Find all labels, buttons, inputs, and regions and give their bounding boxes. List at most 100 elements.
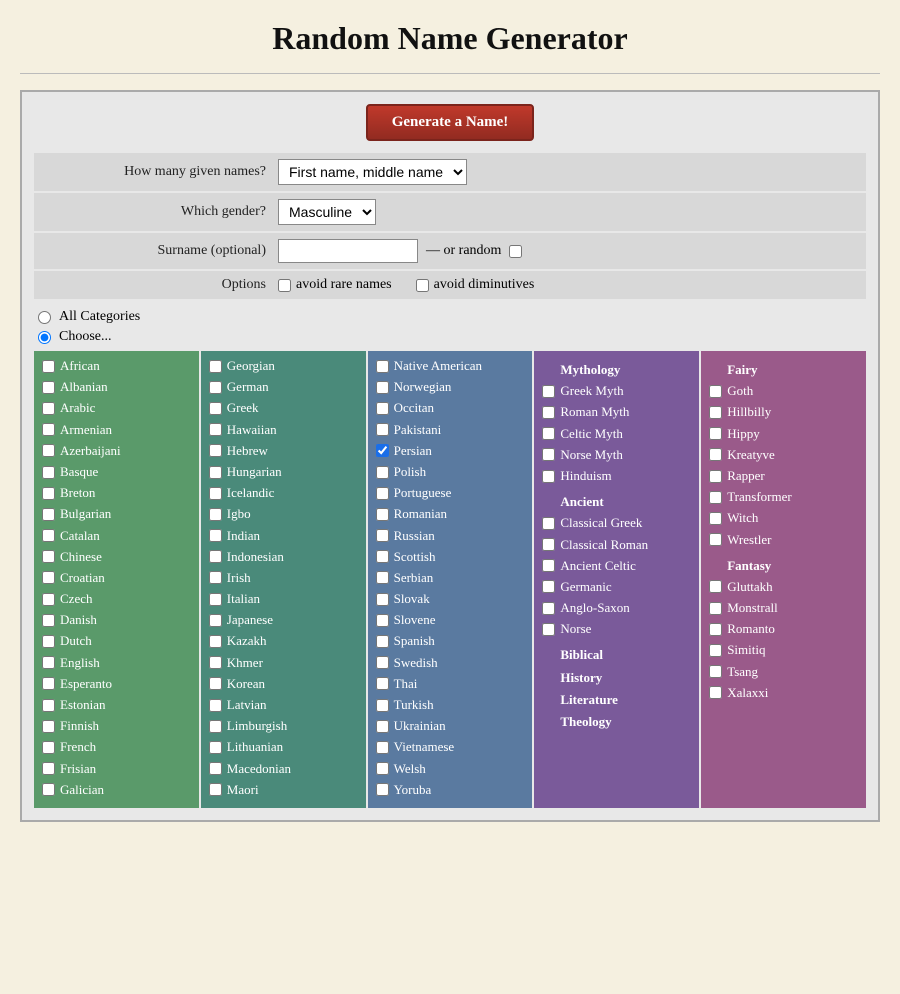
cb-macedonian[interactable] [209, 762, 222, 775]
cb-latvian[interactable] [209, 699, 222, 712]
cb-norwegian[interactable] [376, 381, 389, 394]
cb-english[interactable] [42, 656, 55, 669]
cb-spanish[interactable] [376, 635, 389, 648]
cb-transformer[interactable] [709, 491, 722, 504]
cb-scottish[interactable] [376, 550, 389, 563]
cb-serbian[interactable] [376, 571, 389, 584]
cb-czech[interactable] [42, 593, 55, 606]
cb-armenian[interactable] [42, 423, 55, 436]
cb-hebrew[interactable] [209, 444, 222, 457]
cb-witch[interactable] [709, 512, 722, 525]
cb-polish[interactable] [376, 466, 389, 479]
cb-maori[interactable] [209, 783, 222, 796]
cb-frisian[interactable] [42, 762, 55, 775]
cb-japanese[interactable] [209, 614, 222, 627]
cb-galician[interactable] [42, 783, 55, 796]
cb-finnish[interactable] [42, 720, 55, 733]
cb-igbo[interactable] [209, 508, 222, 521]
cb-croatian[interactable] [42, 571, 55, 584]
cb-korean[interactable] [209, 677, 222, 690]
cb-russian[interactable] [376, 529, 389, 542]
cb-ukrainian[interactable] [376, 720, 389, 733]
cb-occitan[interactable] [376, 402, 389, 415]
cb-african[interactable] [42, 360, 55, 373]
surname-input[interactable] [278, 239, 418, 263]
cb-dutch[interactable] [42, 635, 55, 648]
cb-indian[interactable] [209, 529, 222, 542]
cb-azerbaijani[interactable] [42, 444, 55, 457]
cb-slovak[interactable] [376, 593, 389, 606]
cb-italian[interactable] [209, 593, 222, 606]
cb-kreatyve[interactable] [709, 448, 722, 461]
cb-norse[interactable] [542, 623, 555, 636]
cb-lithuanian[interactable] [209, 741, 222, 754]
cb-indonesian[interactable] [209, 550, 222, 563]
avoid-diminutives-checkbox[interactable] [416, 279, 429, 292]
cb-georgian[interactable] [209, 360, 222, 373]
cb-albanian[interactable] [42, 381, 55, 394]
cb-breton[interactable] [42, 487, 55, 500]
cb-hungarian[interactable] [209, 466, 222, 479]
all-categories-radio[interactable] [38, 311, 51, 324]
choose-radio[interactable] [38, 331, 51, 344]
cb-german[interactable] [209, 381, 222, 394]
generate-button[interactable]: Generate a Name! [366, 104, 535, 141]
cb-kazakh[interactable] [209, 635, 222, 648]
given-names-select[interactable]: First name only First name, middle name … [278, 159, 467, 185]
cb-estonian[interactable] [42, 699, 55, 712]
cb-bulgarian[interactable] [42, 508, 55, 521]
cb-vietnamese[interactable] [376, 741, 389, 754]
cb-turkish[interactable] [376, 699, 389, 712]
cb-classical-greek[interactable] [542, 517, 555, 530]
cb-khmer[interactable] [209, 656, 222, 669]
cb-greek[interactable] [209, 402, 222, 415]
cb-ancient-celtic[interactable] [542, 559, 555, 572]
cb-simitiq[interactable] [709, 644, 722, 657]
cb-danish[interactable] [42, 614, 55, 627]
cb-chinese[interactable] [42, 550, 55, 563]
cb-greek-myth[interactable] [542, 385, 555, 398]
cb-tsang[interactable] [709, 665, 722, 678]
cb-anglo-saxon[interactable] [542, 602, 555, 615]
cb-swedish[interactable] [376, 656, 389, 669]
cb-pakistani[interactable] [376, 423, 389, 436]
cb-roman-myth[interactable] [542, 406, 555, 419]
cb-hillbilly[interactable] [709, 406, 722, 419]
cb-persian[interactable] [376, 444, 389, 457]
cb-welsh[interactable] [376, 762, 389, 775]
avoid-rare-label[interactable]: avoid rare names [278, 277, 392, 293]
cb-esperanto[interactable] [42, 677, 55, 690]
cb-xalaxxi[interactable] [709, 686, 722, 699]
random-surname-checkbox[interactable] [509, 245, 522, 258]
cb-germanic[interactable] [542, 580, 555, 593]
cb-gluttakh[interactable] [709, 580, 722, 593]
cb-native-american[interactable] [376, 360, 389, 373]
cb-rapper[interactable] [709, 470, 722, 483]
cb-goth[interactable] [709, 385, 722, 398]
cb-irish[interactable] [209, 571, 222, 584]
cb-arabic[interactable] [42, 402, 55, 415]
cb-thai[interactable] [376, 677, 389, 690]
cb-hawaiian[interactable] [209, 423, 222, 436]
cb-classical-roman[interactable] [542, 538, 555, 551]
cb-hippy[interactable] [709, 427, 722, 440]
cb-limburgish[interactable] [209, 720, 222, 733]
cb-wrestler[interactable] [709, 533, 722, 546]
cb-slovene[interactable] [376, 614, 389, 627]
cb-portuguese[interactable] [376, 487, 389, 500]
cb-catalan[interactable] [42, 529, 55, 542]
cb-basque[interactable] [42, 466, 55, 479]
cb-french[interactable] [42, 741, 55, 754]
gender-select[interactable]: Masculine Feminine Either [278, 199, 376, 225]
avoid-diminutives-label[interactable]: avoid diminutives [416, 277, 535, 293]
cb-celtic-myth[interactable] [542, 427, 555, 440]
cb-hinduism[interactable] [542, 470, 555, 483]
avoid-rare-checkbox[interactable] [278, 279, 291, 292]
cb-romanian[interactable] [376, 508, 389, 521]
list-item: Classical Greek [542, 514, 691, 532]
cb-yoruba[interactable] [376, 783, 389, 796]
cb-icelandic[interactable] [209, 487, 222, 500]
cb-romanto[interactable] [709, 623, 722, 636]
cb-monstrall[interactable] [709, 602, 722, 615]
cb-norse-myth[interactable] [542, 448, 555, 461]
